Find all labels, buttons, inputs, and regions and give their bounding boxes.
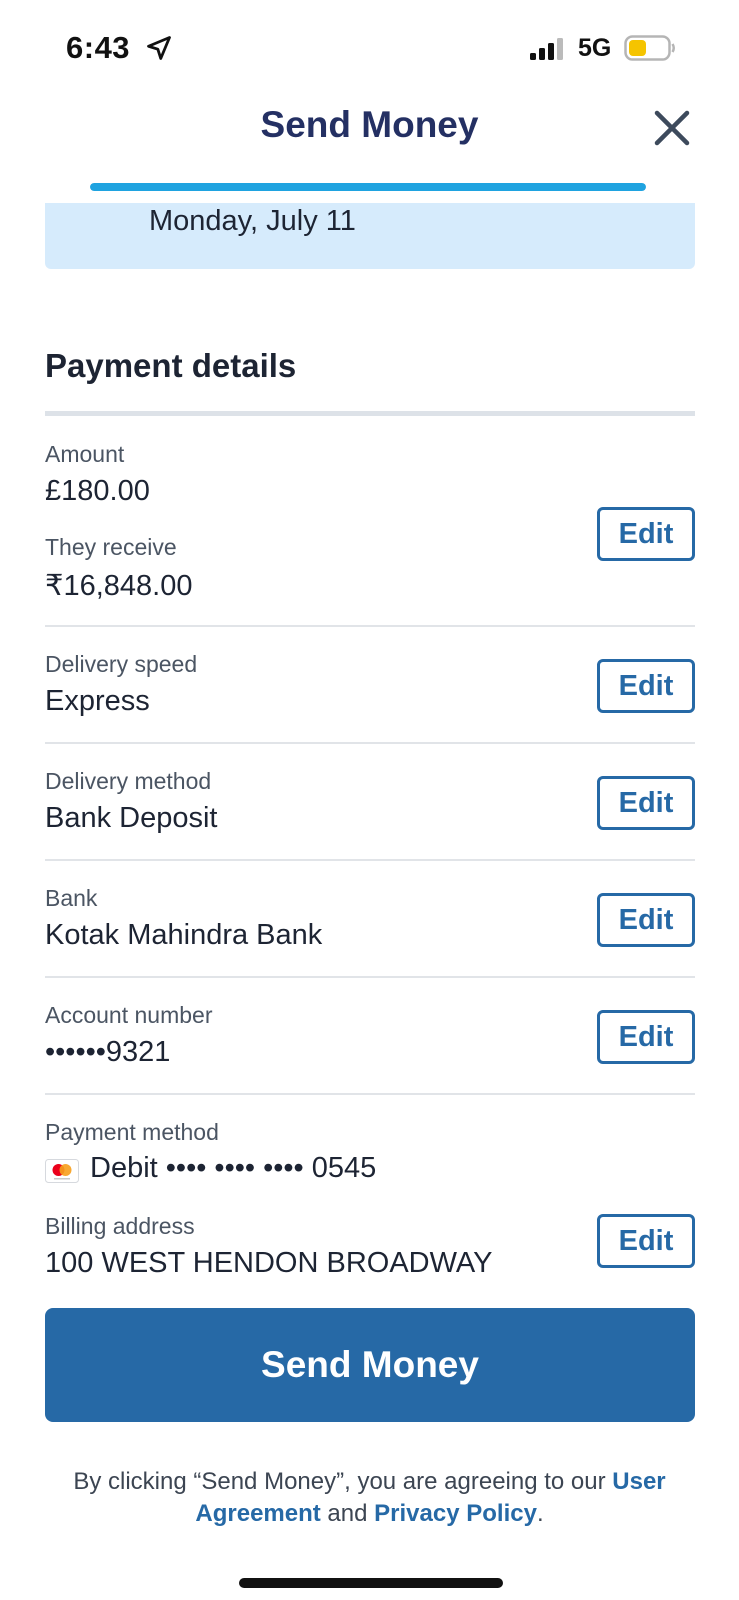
account-number-value: ••••••9321 (45, 1036, 171, 1068)
bank-label: Bank (45, 885, 98, 911)
privacy-policy-link[interactable]: Privacy Policy (374, 1500, 537, 1527)
close-icon[interactable] (650, 106, 694, 150)
amount-value: £180.00 (45, 475, 150, 507)
row-divider (45, 1093, 695, 1095)
delivery-speed-value: Express (45, 685, 150, 717)
legal-and: and (320, 1500, 375, 1527)
signal-icon (530, 38, 563, 60)
edit-delivery-speed-button[interactable]: Edit (597, 659, 695, 713)
progress-fill (90, 183, 646, 191)
row-divider (45, 742, 695, 744)
payment-method-label: Payment method (45, 1119, 219, 1145)
delivery-date: Monday, July 11 (149, 205, 356, 237)
edit-billing-address-button[interactable]: Edit (597, 1214, 695, 1268)
send-money-button[interactable]: Send Money (45, 1308, 695, 1422)
delivery-method-label: Delivery method (45, 768, 212, 794)
edit-amount-button[interactable]: Edit (597, 507, 695, 561)
delivery-method-value: Bank Deposit (45, 802, 218, 834)
delivery-speed-label: Delivery speed (45, 651, 198, 677)
home-indicator[interactable] (239, 1578, 503, 1588)
progress-bar (90, 183, 646, 191)
edit-delivery-method-button[interactable]: Edit (597, 776, 695, 830)
account-number-label: Account number (45, 1002, 213, 1028)
legal-text: By clicking “Send Money”, you are agreei… (40, 1466, 699, 1530)
scroll-content[interactable]: Monday, July 11 Payment details Amount £… (0, 203, 739, 1281)
payment-details-title: Payment details (45, 347, 297, 384)
status-bar: 6:43 5G (0, 0, 739, 96)
row-divider (45, 859, 695, 861)
location-arrow-icon (147, 36, 171, 60)
edit-account-number-button[interactable]: Edit (597, 1010, 695, 1064)
section-divider (45, 411, 695, 416)
amount-label: Amount (45, 441, 125, 467)
edit-bank-button[interactable]: Edit (597, 893, 695, 947)
bank-value: Kotak Mahindra Bank (45, 919, 323, 951)
network-label: 5G (578, 34, 612, 62)
receive-label: They receive (45, 534, 177, 560)
status-time: 6:43 (66, 30, 131, 65)
billing-address-label: Billing address (45, 1213, 195, 1239)
billing-address-value: 100 WEST HENDON BROADWAY (45, 1247, 493, 1279)
row-divider (45, 625, 695, 627)
legal-prefix: By clicking “Send Money”, you are agreei… (73, 1468, 613, 1495)
row-divider (45, 976, 695, 978)
date-banner: Monday, July 11 (45, 203, 695, 269)
receive-value: ₹16,848.00 (45, 570, 193, 602)
payment-method-value: Debit •••• •••• •••• 0545 (90, 1152, 377, 1184)
battery-icon (624, 35, 675, 61)
mastercard-icon (45, 1159, 79, 1183)
legal-suffix: . (536, 1500, 544, 1527)
page-title: Send Money (260, 104, 479, 145)
